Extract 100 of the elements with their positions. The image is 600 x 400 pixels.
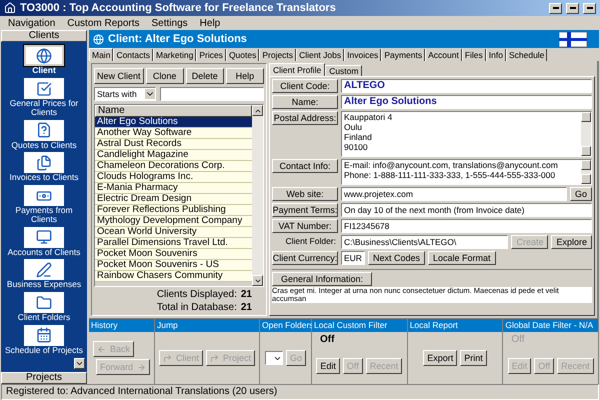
menu-item[interactable]: Help: [200, 16, 220, 30]
menu-item[interactable]: Custom Reports: [67, 16, 140, 30]
tab[interactable]: Quotes: [226, 49, 260, 61]
client-row[interactable]: Astral Dust Records: [95, 139, 252, 150]
field-label-button[interactable]: Name:: [272, 95, 338, 109]
stat-label: Total in Database:: [156, 303, 237, 313]
bottom-button[interactable]: Export: [423, 350, 458, 366]
sidebar-footer[interactable]: Projects: [1, 372, 87, 384]
client-row[interactable]: Electric Dream Design: [95, 194, 252, 205]
column-header[interactable]: Name: [95, 105, 252, 117]
field-label-button[interactable]: Web site:: [272, 187, 338, 201]
globe-icon: [36, 48, 52, 64]
scroll-down-button[interactable]: [74, 358, 85, 369]
profile-tab[interactable]: Custom: [325, 65, 362, 76]
client-row[interactable]: Parallel Dimensions Travel Ltd.: [95, 238, 252, 249]
sidebar-item[interactable]: General Prices for Clients: [2, 78, 86, 118]
client-row[interactable]: Alter Ego Solutions: [95, 117, 252, 128]
menu-item[interactable]: Navigation: [8, 16, 56, 30]
section-header: Local Custom Filter: [312, 319, 407, 332]
left-arrow-icon: [97, 344, 106, 354]
section-header: Jump: [155, 319, 260, 332]
field-value[interactable]: Alter Ego Solutions: [341, 95, 592, 109]
field-value[interactable]: FI12345678: [341, 219, 592, 233]
client-row[interactable]: Ocean World University: [95, 227, 252, 238]
field-value[interactable]: EUR: [341, 251, 365, 265]
section-header: Open Folders: [260, 319, 312, 332]
field-label-button[interactable]: Postal Address:: [272, 111, 338, 125]
sidebar-item[interactable]: Schedule of Projects: [2, 324, 86, 355]
field-label-button[interactable]: Client Code:: [272, 79, 338, 93]
tab[interactable]: Prices: [196, 49, 226, 61]
general-info-button[interactable]: General Information:: [272, 272, 372, 286]
field-label-button[interactable]: Payment Terms:: [272, 203, 338, 217]
tab[interactable]: Projects: [259, 49, 296, 61]
search-field[interactable]: [160, 87, 264, 101]
sidebar-item[interactable]: Business Expenses: [2, 259, 86, 290]
field-action-button[interactable]: Explore: [551, 235, 592, 249]
filter-status: Off: [319, 333, 336, 347]
sidebar-item[interactable]: Client Folders: [2, 292, 86, 322]
tab[interactable]: Invoices: [344, 49, 382, 61]
toolbar-button[interactable]: New Client: [94, 68, 144, 84]
documents-icon: [36, 154, 52, 171]
tab[interactable]: Account: [425, 49, 462, 61]
tab[interactable]: Files: [462, 49, 486, 61]
scrollbar[interactable]: [252, 105, 263, 286]
client-row[interactable]: Chameleon Decorations Corp.: [95, 161, 252, 172]
field-value[interactable]: On day 10 of the next month (from Invoice date): [341, 203, 592, 217]
field-label-button[interactable]: Client Currency:: [272, 251, 338, 265]
sidebar-header[interactable]: Clients: [1, 30, 87, 42]
pen-icon: [36, 262, 52, 278]
bottom-button[interactable]: Print: [460, 350, 487, 366]
client-row[interactable]: E-Mania Pharmacy: [95, 183, 252, 194]
field-line: Kauppatori 4: [344, 112, 394, 122]
tab[interactable]: Marketing: [152, 49, 196, 61]
sidebar-item[interactable]: Quotes to Clients: [2, 120, 86, 150]
field-value[interactable]: C:\Business\Clients\ALTEGO\: [341, 235, 508, 249]
field-action-button[interactable]: Locale Format: [428, 251, 496, 265]
field-value[interactable]: ALTEGO: [341, 79, 592, 93]
folder-dropdown[interactable]: [265, 351, 284, 365]
field-action-button[interactable]: Next Codes: [368, 251, 426, 265]
scrollbar[interactable]: [581, 112, 591, 156]
tab[interactable]: Contacts: [113, 49, 153, 61]
sidebar-item[interactable]: Invoices to Clients: [2, 152, 86, 182]
tab[interactable]: Main: [89, 48, 114, 61]
monitor-icon: [36, 229, 52, 246]
field-label-button[interactable]: Contact Info:: [272, 159, 338, 173]
client-row[interactable]: Pocket Moon Souvenirs - US: [95, 260, 252, 271]
section-header: Local Report: [408, 319, 502, 332]
tab[interactable]: Schedule: [506, 49, 548, 61]
client-row[interactable]: Clouds Holograms Inc.: [95, 172, 252, 183]
field-action-button[interactable]: Go: [570, 187, 592, 201]
menu-item[interactable]: Settings: [152, 16, 188, 30]
status-bar: Registered to: Advanced International Translations (20 users): [1, 384, 599, 400]
toolbar-button[interactable]: Delete: [186, 68, 224, 84]
client-row[interactable]: Candlelight Magazine: [95, 150, 252, 161]
client-row[interactable]: Rainbow Chasers Community: [95, 271, 252, 282]
client-row[interactable]: Another Way Software: [95, 128, 252, 139]
toolbar-button[interactable]: Help: [226, 68, 264, 84]
client-title: Client: Alter Ego Solutions: [108, 32, 248, 47]
field-label-button[interactable]: VAT Number:: [272, 219, 338, 233]
toolbar-button[interactable]: Clone: [146, 68, 184, 84]
right-arrow-icon: [137, 362, 146, 372]
tab[interactable]: Client Jobs: [296, 49, 344, 61]
client-row[interactable]: Pocket Moon Souvenirs: [95, 249, 252, 260]
globe-icon: [93, 34, 104, 44]
profile-tab[interactable]: Client Profile: [269, 63, 326, 76]
minimize-button[interactable]: [549, 2, 562, 14]
client-row[interactable]: Mythology Development Company: [95, 216, 252, 227]
filter-dropdown[interactable]: Starts with: [94, 87, 156, 101]
sidebar-item[interactable]: Accounts of Clients: [2, 226, 86, 257]
field-value[interactable]: www.projetex.com: [341, 187, 567, 201]
scrollbar[interactable]: [581, 160, 591, 184]
client-row[interactable]: Forever Reflections Publishing: [95, 205, 252, 216]
bottom-button[interactable]: Edit: [316, 358, 340, 374]
stat-label: Clients Displayed:: [156, 290, 237, 300]
sidebar-item[interactable]: Client: [2, 45, 86, 76]
tab[interactable]: Payments: [381, 49, 426, 61]
field-line: E-mail: info@anycount.com, translations@anycount.com: [344, 160, 559, 170]
sidebar-item[interactable]: Payments from Clients: [2, 185, 86, 224]
checkmark-icon: [36, 80, 52, 97]
tab[interactable]: Info: [486, 49, 506, 61]
